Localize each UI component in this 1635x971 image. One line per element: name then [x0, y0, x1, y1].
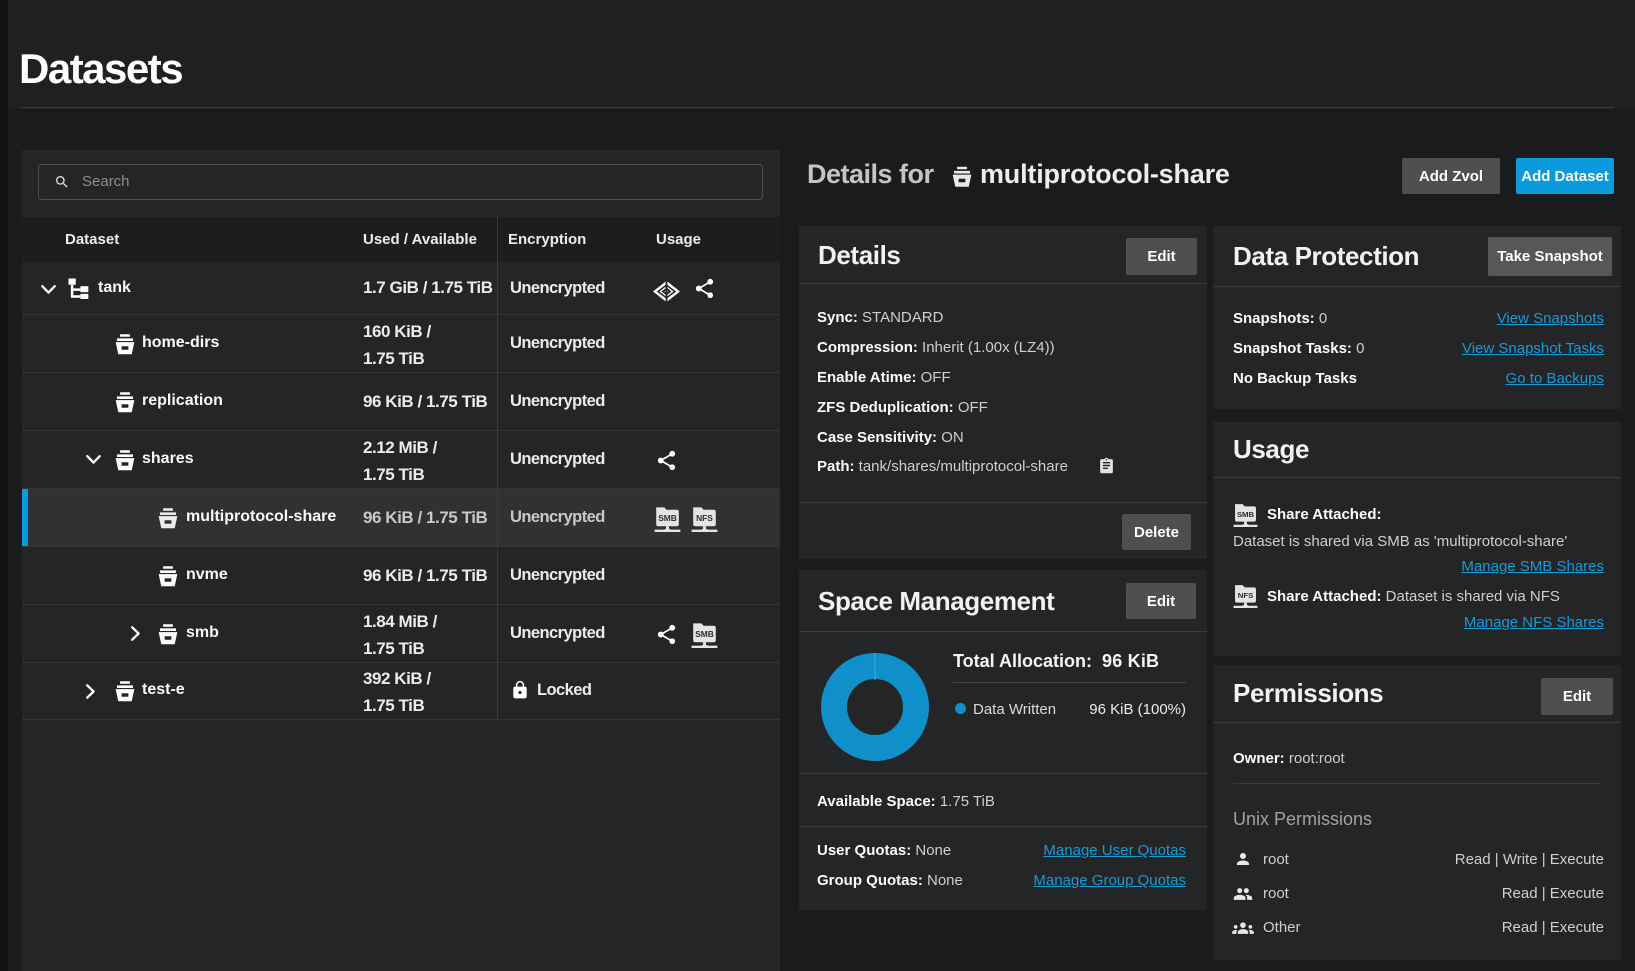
svg-text:SMB: SMB: [1237, 510, 1255, 519]
svg-text:SMB: SMB: [658, 513, 677, 523]
svg-text:NFS: NFS: [696, 513, 713, 523]
svg-text:SMB: SMB: [695, 629, 714, 639]
svg-text:NFS: NFS: [1238, 591, 1254, 600]
